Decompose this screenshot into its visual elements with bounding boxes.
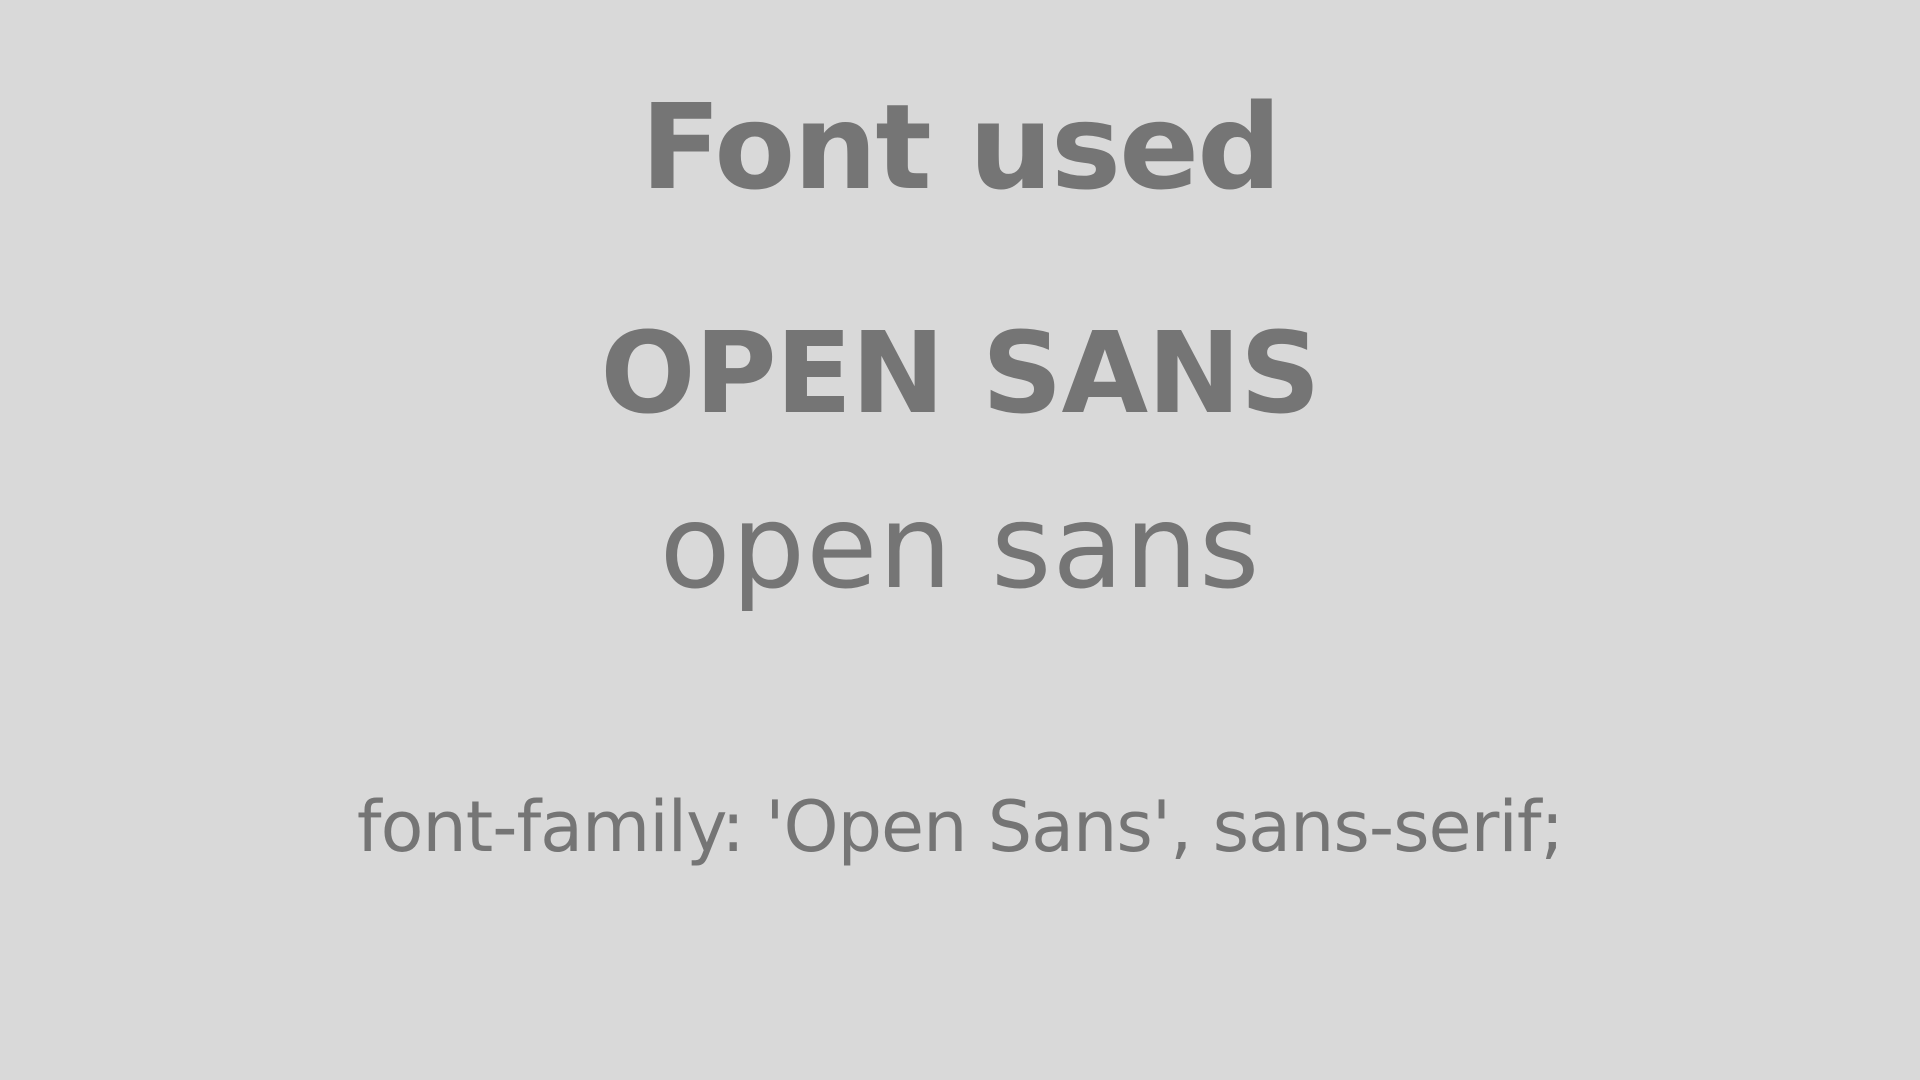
font-showcase-slide: Font used OPEN SANS open sans font-famil… bbox=[0, 0, 1920, 1080]
font-name-uppercase: OPEN SANS bbox=[600, 309, 1320, 439]
slide-heading: Font used bbox=[640, 78, 1281, 216]
css-font-family-declaration: font-family: 'Open Sans', sans-serif; bbox=[356, 786, 1564, 868]
font-name-lowercase: open sans bbox=[659, 480, 1261, 615]
